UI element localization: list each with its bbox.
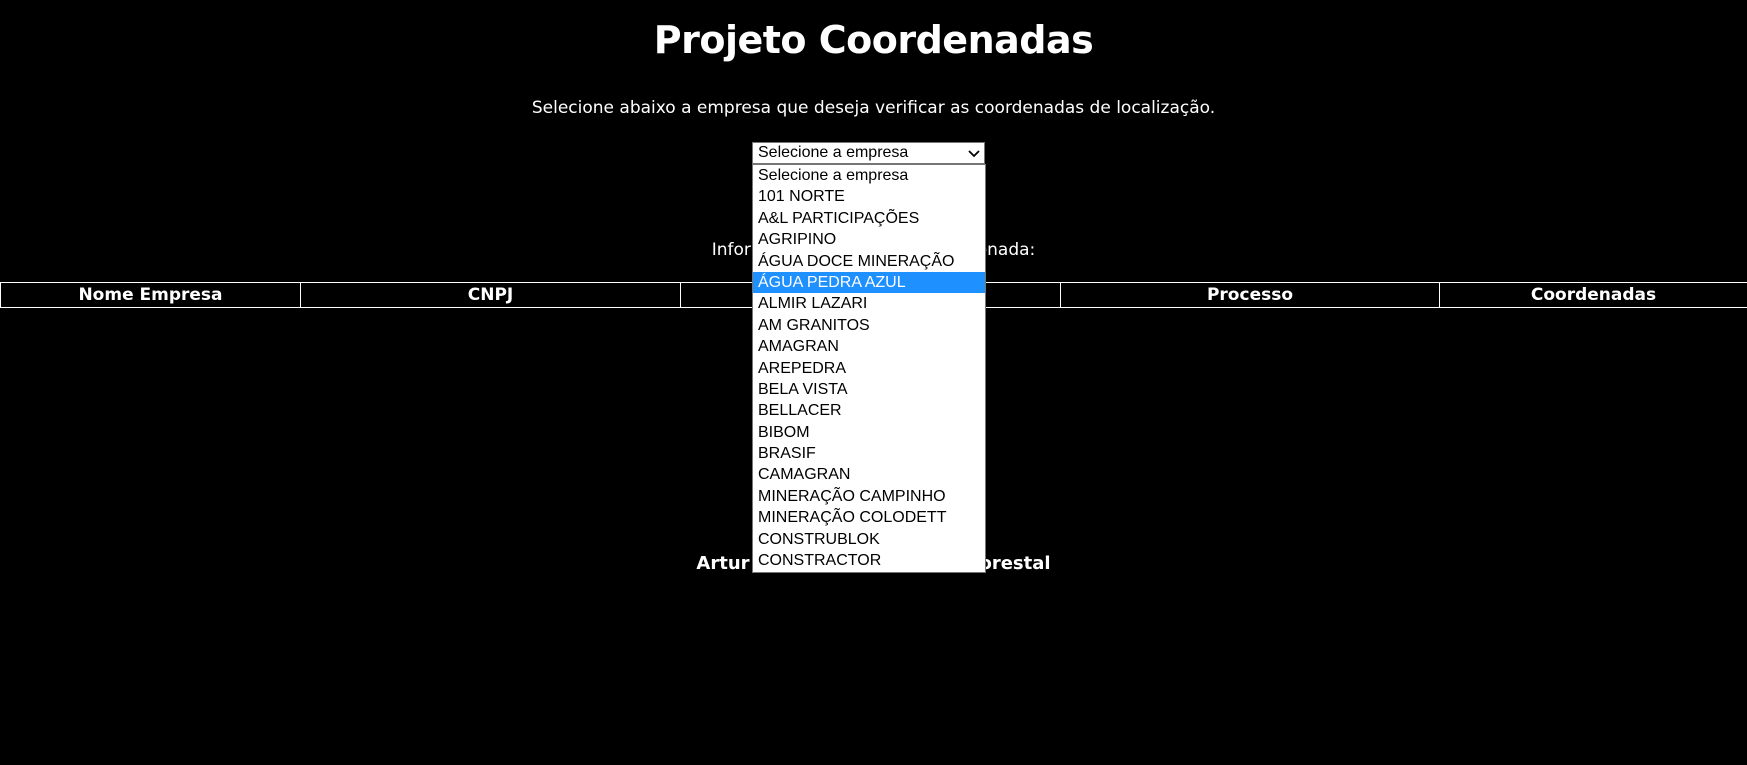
header-coordenadas: Coordenadas bbox=[1439, 282, 1747, 308]
dropdown-option[interactable]: CONSTRACTOR bbox=[753, 550, 985, 571]
page: Projeto Coordenadas Selecione abaixo a e… bbox=[0, 0, 1747, 765]
dropdown-option[interactable]: AGRIPINO bbox=[753, 229, 985, 250]
dropdown-option[interactable]: Selecione a empresa bbox=[753, 165, 985, 186]
dropdown-option[interactable]: AM GRANITOS bbox=[753, 315, 985, 336]
header-processo: Processo bbox=[1060, 282, 1440, 308]
dropdown-option[interactable]: BRASIF bbox=[753, 443, 985, 464]
dropdown-option[interactable]: BELLACER bbox=[753, 400, 985, 421]
company-options-list[interactable]: Selecione a empresa 101 NORTE A&L PARTICIP… bbox=[752, 164, 986, 573]
page-title: Projeto Coordenadas bbox=[653, 18, 1094, 62]
dropdown-option[interactable]: BIBOM bbox=[753, 422, 985, 443]
dropdown-option[interactable]: AREPEDRA bbox=[753, 358, 985, 379]
dropdown-option[interactable]: BELA VISTA bbox=[753, 379, 985, 400]
header-nome-empresa: Nome Empresa bbox=[0, 282, 301, 308]
company-select-value: Selecione a empresa bbox=[758, 144, 909, 161]
dropdown-option[interactable]: CONSTRUBLOK bbox=[753, 529, 985, 550]
dropdown-option[interactable]: ÁGUA PEDRA AZUL bbox=[753, 271, 985, 294]
dropdown-option[interactable]: 101 NORTE bbox=[753, 186, 985, 207]
dropdown-option[interactable]: AMAGRAN bbox=[753, 336, 985, 357]
header-cnpj: CNPJ bbox=[300, 282, 681, 308]
dropdown-option[interactable]: ALMIR LAZARI bbox=[753, 293, 985, 314]
dropdown-option[interactable]: A&L PARTICIPAÇÕES bbox=[753, 208, 985, 229]
dropdown-option[interactable]: MINERAÇÃO COLODETT bbox=[753, 507, 985, 528]
dropdown-option[interactable]: ÁGUA DOCE MINERAÇÃO bbox=[753, 251, 985, 272]
dropdown-option[interactable]: MINERAÇÃO CAMPINHO bbox=[753, 486, 985, 507]
dropdown-option[interactable]: CAMAGRAN bbox=[753, 464, 985, 485]
chevron-down-icon bbox=[968, 143, 980, 163]
page-subtitle: Selecione abaixo a empresa que deseja ve… bbox=[531, 98, 1216, 118]
company-select[interactable]: Selecione a empresa bbox=[752, 142, 985, 164]
